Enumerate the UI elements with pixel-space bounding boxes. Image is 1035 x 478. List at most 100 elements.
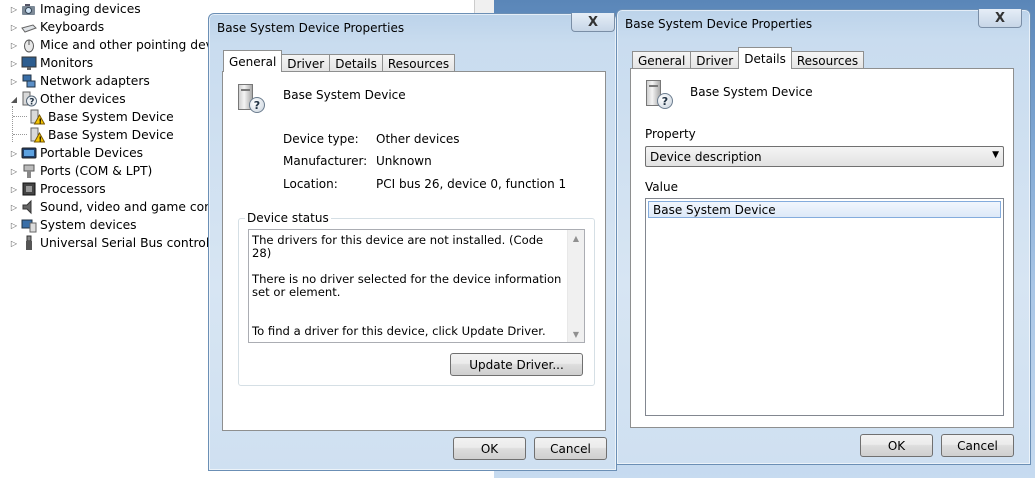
close-button[interactable]: X — [571, 13, 615, 32]
tab-panel-general: ? Base System Device Device type: Other … — [222, 71, 606, 431]
tree-item-system-devices[interactable]: ▷ System devices — [10, 216, 137, 234]
properties-dialog-general: Base System Device Properties X General … — [208, 13, 617, 471]
value-listbox[interactable]: Base System Device — [645, 198, 1004, 416]
unknown-device-icon: ? — [235, 83, 269, 117]
expand-arrow-icon[interactable]: ▷ — [10, 167, 18, 176]
expand-arrow-icon[interactable]: ▷ — [10, 239, 18, 248]
scroll-up-icon[interactable]: ▲ — [568, 230, 584, 246]
tree-item-base-system-device[interactable]: ! Base System Device — [29, 108, 174, 126]
tree-item-label: Processors — [40, 182, 106, 196]
value-label: Value — [645, 180, 678, 194]
tree-item-network-adapters[interactable]: ▷ Network adapters — [10, 72, 150, 90]
mouse-icon — [21, 37, 37, 53]
svg-text:?: ? — [29, 98, 34, 108]
tab-general[interactable]: General — [223, 50, 283, 72]
cancel-button[interactable]: Cancel — [534, 437, 607, 460]
tree-item-processors[interactable]: ▷ Processors — [10, 180, 106, 198]
expand-arrow-icon[interactable]: ▷ — [10, 203, 18, 212]
tab-panel-details: ? Base System Device Property Device des… — [630, 68, 1014, 428]
tree-item-label: Base System Device — [48, 128, 174, 142]
chevron-down-icon[interactable]: ▼ — [992, 150, 999, 160]
close-icon: X — [994, 10, 1006, 26]
location-label: Location: — [283, 177, 338, 191]
tree-item-label: Keyboards — [40, 20, 105, 34]
collapse-arrow-icon[interactable]: ◢ — [10, 95, 18, 104]
tab-resources[interactable]: Resources — [790, 51, 865, 69]
location-value: PCI bus 26, device 0, function 1 — [376, 177, 567, 191]
tree-item-ports[interactable]: ▷ Ports (COM & LPT) — [10, 162, 152, 180]
tree-connector — [13, 116, 27, 117]
processor-icon — [21, 181, 37, 197]
manufacturer-value: Unknown — [376, 154, 432, 168]
device-type-label: Device type: — [283, 132, 359, 146]
close-icon: X — [587, 14, 599, 30]
tree-connector — [12, 106, 13, 142]
expand-arrow-icon[interactable]: ▷ — [10, 77, 18, 86]
device-tree: ▷ Imaging devices ▷ Keyboards ▷ Mice and… — [0, 0, 215, 478]
scroll-down-icon[interactable]: ▼ — [568, 326, 584, 342]
usb-icon — [21, 235, 37, 251]
property-dropdown[interactable]: Device description ▼ — [645, 146, 1004, 167]
expand-arrow-icon[interactable]: ▷ — [10, 41, 18, 50]
ok-button[interactable]: OK — [453, 437, 526, 460]
tree-item-portable-devices[interactable]: ▷ Portable Devices — [10, 144, 143, 162]
ok-button[interactable]: OK — [860, 434, 933, 457]
tree-item-imaging-devices[interactable]: ▷ Imaging devices — [10, 0, 141, 18]
tree-item-label: System devices — [40, 218, 137, 232]
tab-driver[interactable]: Driver — [281, 54, 331, 72]
svg-text:!: ! — [39, 118, 42, 126]
tree-item-label: Portable Devices — [40, 146, 144, 160]
system-device-icon — [21, 217, 37, 233]
speaker-icon — [21, 199, 37, 215]
tab-resources[interactable]: Resources — [381, 54, 456, 72]
expand-arrow-icon[interactable]: ▷ — [10, 149, 18, 158]
device-status-text: The drivers for this device are not inst… — [252, 233, 562, 338]
tree-item-sound[interactable]: ▷ Sound, video and game controllers — [10, 198, 215, 216]
network-icon — [21, 73, 37, 89]
tab-details[interactable]: Details — [329, 54, 383, 72]
tree-item-keyboards[interactable]: ▷ Keyboards — [10, 18, 104, 36]
tree-item-label: Mice and other pointing devices — [40, 38, 215, 52]
tree-item-label: Network adapters — [40, 74, 150, 88]
value-list-item[interactable]: Base System Device — [648, 201, 1001, 218]
expand-arrow-icon[interactable]: ▷ — [10, 23, 18, 32]
keyboard-icon — [21, 19, 37, 35]
warning-device-icon: ! — [29, 109, 46, 126]
property-label: Property — [645, 127, 696, 141]
update-driver-button[interactable]: Update Driver... — [450, 353, 583, 376]
tree-item-label: Other devices — [40, 92, 126, 106]
camera-icon — [21, 1, 37, 17]
monitor-icon — [21, 55, 37, 71]
warning-device-icon: ! — [29, 127, 46, 144]
expand-arrow-icon[interactable]: ▷ — [10, 185, 18, 194]
device-status-textbox[interactable]: The drivers for this device are not inst… — [248, 229, 585, 343]
manufacturer-label: Manufacturer: — [283, 154, 368, 168]
tab-driver[interactable]: Driver — [690, 51, 740, 69]
tree-item-monitors[interactable]: ▷ Monitors — [10, 54, 93, 72]
tree-item-mice[interactable]: ▷ Mice and other pointing devices — [10, 36, 215, 54]
expand-arrow-icon[interactable]: ▷ — [10, 221, 18, 230]
unknown-device-icon: ? — [21, 91, 37, 108]
svg-text:!: ! — [39, 136, 42, 144]
expand-arrow-icon[interactable]: ▷ — [10, 59, 18, 68]
tab-strip: General Driver Details Resources — [632, 47, 865, 69]
cancel-button[interactable]: Cancel — [941, 434, 1014, 457]
tree-item-label: Universal Serial Bus controllers — [40, 236, 215, 250]
tree-item-usb-controllers[interactable]: ▷ Universal Serial Bus controllers — [10, 234, 215, 252]
expand-arrow-icon[interactable]: ▷ — [10, 5, 18, 14]
tab-strip: General Driver Details Resources — [223, 50, 456, 72]
tree-item-label: Imaging devices — [40, 2, 141, 16]
device-type-value: Other devices — [376, 132, 460, 146]
device-status-group: Device status The drivers for this devic… — [238, 211, 595, 386]
tab-general[interactable]: General — [632, 51, 692, 69]
unknown-device-icon: ? — [643, 79, 677, 113]
property-dropdown-value: Device description — [650, 149, 762, 164]
tree-item-base-system-device[interactable]: ! Base System Device — [29, 126, 174, 144]
properties-dialog-details: Base System Device Properties X General … — [616, 9, 1031, 465]
close-button[interactable]: X — [978, 9, 1022, 28]
tree-connector — [13, 134, 27, 135]
tab-details[interactable]: Details — [738, 47, 792, 69]
status-scrollbar[interactable]: ▲ ▼ — [567, 230, 584, 342]
tree-item-other-devices[interactable]: ◢ ? Other devices — [10, 90, 126, 108]
tree-item-label: Sound, video and game controllers — [40, 200, 215, 214]
